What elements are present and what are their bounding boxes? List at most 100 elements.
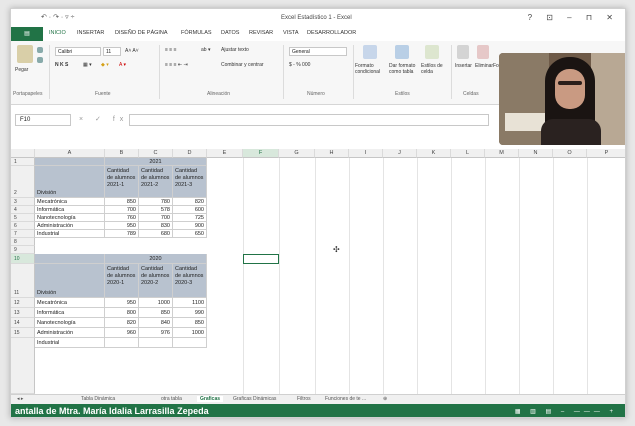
- row-header[interactable]: 7: [11, 230, 35, 238]
- col-header-m[interactable]: M: [485, 149, 519, 158]
- row-header[interactable]: 3: [11, 198, 35, 206]
- table-cell[interactable]: [139, 338, 173, 348]
- table-2020-division-header[interactable]: División: [35, 264, 105, 298]
- col-header-b[interactable]: B: [105, 149, 139, 158]
- align-horizontal-icons[interactable]: ≡ ≡ ≡ ⇤ ⇥: [165, 62, 188, 68]
- table-cell[interactable]: 700: [139, 214, 173, 222]
- row-header[interactable]: [11, 338, 35, 394]
- tab-inicio[interactable]: INICIO: [49, 30, 66, 36]
- border-icon[interactable]: ▦ ▾: [83, 62, 92, 68]
- table-2021-col-header[interactable]: Cantidad de alumnos 2021-2: [139, 166, 173, 198]
- wrap-text-button[interactable]: Ajustar texto: [221, 47, 249, 53]
- table-2021-corner[interactable]: [35, 158, 105, 166]
- col-header-i[interactable]: I: [349, 149, 383, 158]
- sheet-tab[interactable]: Funciones de te ...: [325, 396, 366, 402]
- table-cell[interactable]: 900: [173, 222, 207, 230]
- tab-datos[interactable]: DATOS: [221, 30, 239, 36]
- row-header[interactable]: 4: [11, 206, 35, 214]
- table-cell[interactable]: [173, 338, 207, 348]
- table-cell[interactable]: 850: [105, 198, 139, 206]
- table-cell[interactable]: Mecatrónica: [35, 298, 105, 308]
- col-header-e[interactable]: E: [207, 149, 243, 158]
- table-cell[interactable]: Informática: [35, 206, 105, 214]
- col-header-p[interactable]: P: [587, 149, 625, 158]
- font-style-buttons[interactable]: N K S: [55, 62, 68, 68]
- font-size-select[interactable]: 11: [103, 47, 121, 56]
- row-header[interactable]: 5: [11, 214, 35, 222]
- sheet-tab[interactable]: Filtros: [297, 396, 311, 402]
- table-2020-col-header[interactable]: Cantidad de alumnos 2020-3: [173, 264, 207, 298]
- col-header-g[interactable]: G: [279, 149, 315, 158]
- orientation-icon[interactable]: ab ▾: [201, 47, 210, 53]
- quick-access-toolbar[interactable]: ↶ · ↷ · ▿ ÷: [41, 13, 74, 21]
- delete-cells-icon[interactable]: [477, 45, 489, 59]
- table-cell[interactable]: Nanotecnología: [35, 318, 105, 328]
- add-sheet-icon[interactable]: ⊕: [383, 396, 387, 402]
- table-cell[interactable]: 820: [173, 198, 207, 206]
- col-header-k[interactable]: K: [417, 149, 451, 158]
- table-cell[interactable]: 830: [139, 222, 173, 230]
- cell-styles-icon[interactable]: [425, 45, 439, 59]
- table-cell[interactable]: 800: [105, 308, 139, 318]
- format-as-table-button[interactable]: Dar formato como tabla: [389, 63, 421, 75]
- col-header-a[interactable]: A: [35, 149, 105, 158]
- col-header-c[interactable]: C: [139, 149, 173, 158]
- col-header-d[interactable]: D: [173, 149, 207, 158]
- sheet-tab[interactable]: otra tabla: [161, 396, 182, 402]
- table-2021-division-header[interactable]: División: [35, 166, 105, 198]
- table-cell[interactable]: 840: [139, 318, 173, 328]
- table-2021-col-header[interactable]: Cantidad de alumnos 2021-1: [105, 166, 139, 198]
- cut-icon[interactable]: [37, 47, 43, 53]
- table-cell[interactable]: Administración: [35, 222, 105, 230]
- table-cell[interactable]: Nanotecnología: [35, 214, 105, 222]
- table-cell[interactable]: 1100: [173, 298, 207, 308]
- table-2020-corner[interactable]: [35, 254, 105, 264]
- table-cell[interactable]: 820: [105, 318, 139, 328]
- row-header[interactable]: 1: [11, 158, 35, 166]
- table-cell[interactable]: 850: [139, 308, 173, 318]
- copy-icon[interactable]: [37, 57, 43, 63]
- window-controls[interactable]: ? ⊡ – ⊓ ✕: [528, 13, 619, 22]
- table-cell[interactable]: Mecatrónica: [35, 198, 105, 206]
- table-cell[interactable]: 850: [173, 318, 207, 328]
- table-cell[interactable]: 578: [139, 206, 173, 214]
- table-cell[interactable]: Informática: [35, 308, 105, 318]
- col-header-j[interactable]: J: [383, 149, 417, 158]
- table-cell[interactable]: 700: [105, 206, 139, 214]
- sheet-tab[interactable]: Tabla Dinámica: [81, 396, 115, 402]
- number-format-select[interactable]: General: [289, 47, 347, 56]
- formula-input[interactable]: [129, 114, 489, 126]
- fill-color-icon[interactable]: ◆ ▾: [101, 62, 109, 68]
- table-cell[interactable]: Industrial: [35, 338, 105, 348]
- row-header[interactable]: 8: [11, 238, 35, 246]
- table-cell[interactable]: Industrial: [35, 230, 105, 238]
- table-cell[interactable]: 950: [105, 222, 139, 230]
- row-header[interactable]: 2: [11, 166, 35, 198]
- file-tab[interactable]: ▤: [11, 27, 43, 41]
- sheet-nav-icon[interactable]: ◂ ▸: [17, 396, 23, 402]
- table-cell[interactable]: 600: [173, 206, 207, 214]
- conditional-format-button[interactable]: Formato condicional: [355, 63, 387, 75]
- table-cell[interactable]: 950: [105, 298, 139, 308]
- tab-desarrollador[interactable]: DESARROLLADOR: [307, 30, 356, 36]
- table-year-2021[interactable]: 2021: [105, 158, 207, 166]
- align-top-icons[interactable]: ≡ ≡ ≡: [165, 47, 177, 53]
- insert-button[interactable]: Insertar: [455, 63, 472, 69]
- selected-cell-highlight[interactable]: [243, 254, 279, 264]
- select-all-corner[interactable]: [11, 149, 35, 158]
- tab-insertar[interactable]: INSERTAR: [77, 30, 104, 36]
- tab-formulas[interactable]: FÓRMULAS: [181, 30, 212, 36]
- row-header[interactable]: 14: [11, 318, 35, 328]
- number-format-buttons[interactable]: $ - % 000: [289, 62, 310, 68]
- table-year-2020[interactable]: 2020: [105, 254, 207, 264]
- conditional-format-icon[interactable]: [363, 45, 377, 59]
- tab-revisar[interactable]: REVISAR: [249, 30, 273, 36]
- paste-icon[interactable]: [17, 45, 33, 63]
- tab-vista[interactable]: VISTA: [283, 30, 299, 36]
- formula-icons[interactable]: × ✓ fx: [79, 115, 128, 123]
- name-box[interactable]: F10: [15, 114, 71, 126]
- table-cell[interactable]: 780: [139, 198, 173, 206]
- table-cell[interactable]: 990: [173, 308, 207, 318]
- tab-diseno-pagina[interactable]: DISEÑO DE PÁGINA: [115, 30, 168, 36]
- table-2021-col-header[interactable]: Cantidad de alumnos 2021-3: [173, 166, 207, 198]
